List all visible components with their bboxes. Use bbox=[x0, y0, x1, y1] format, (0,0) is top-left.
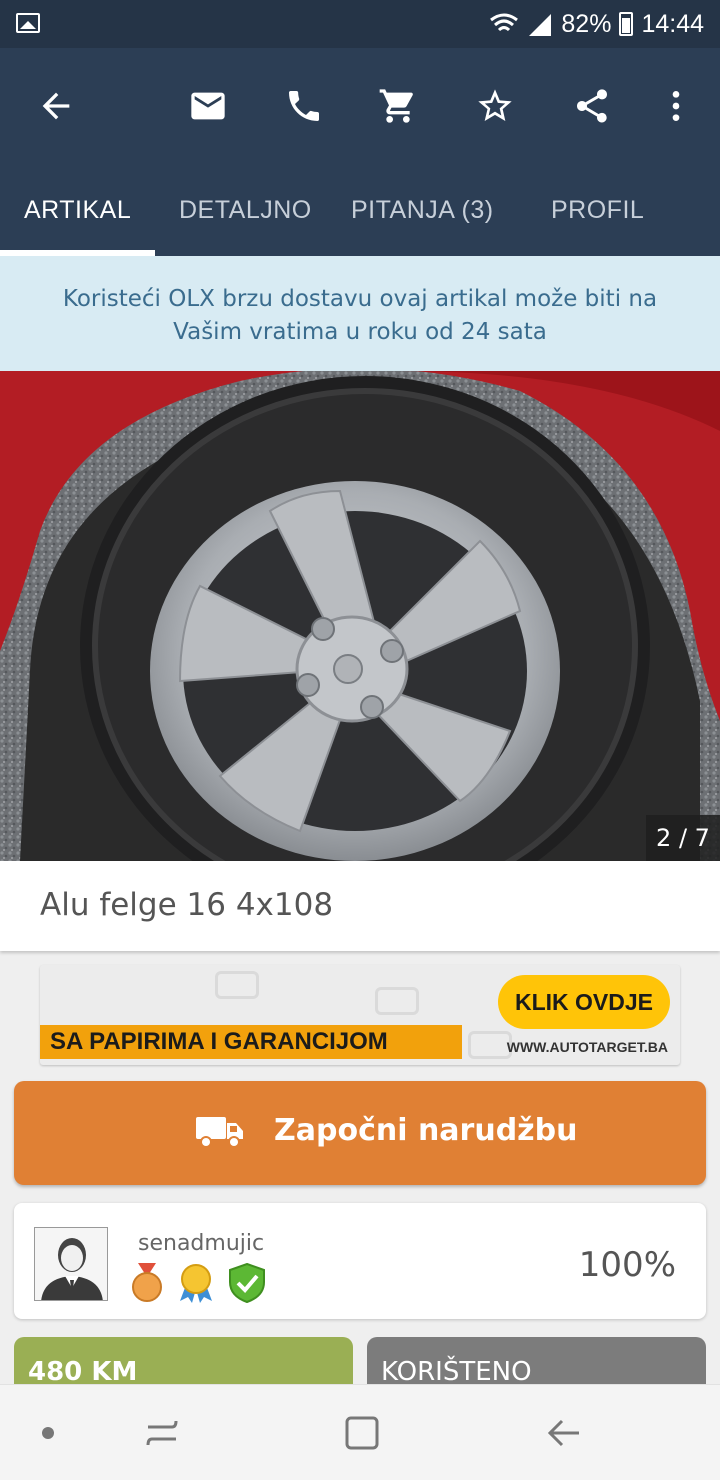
status-indicators: 82% 14:44 bbox=[489, 8, 704, 40]
image-counter: 2 / 7 bbox=[646, 815, 720, 861]
ad-watermark-logo bbox=[468, 1031, 512, 1059]
ad-cta-button[interactable]: KLIK OVDJE bbox=[498, 975, 670, 1029]
listing-photo[interactable]: 2 / 7 bbox=[0, 371, 720, 861]
cart-icon[interactable] bbox=[370, 78, 426, 134]
condition-value: KORIŠTENO bbox=[381, 1357, 532, 1387]
listing-title-bar: Alu felge 16 4x108 bbox=[0, 861, 720, 951]
phone-icon[interactable] bbox=[276, 78, 332, 134]
ad-headline: SA PAPIRIMA I GARANCIJOM bbox=[40, 1025, 462, 1059]
seller-rating: 100% bbox=[578, 1245, 676, 1285]
seller-card[interactable]: senadmujic 100% bbox=[14, 1203, 706, 1319]
mail-icon[interactable] bbox=[180, 78, 236, 134]
clock: 14:44 bbox=[641, 9, 704, 38]
more-vert-icon[interactable] bbox=[648, 78, 704, 134]
wheel-image bbox=[0, 371, 720, 861]
battery-icon bbox=[619, 12, 634, 36]
app-bar: ARTIKAL DETALJNO PITANJA (3) PROFIL bbox=[0, 48, 720, 256]
tab-artikal[interactable]: ARTIKAL bbox=[24, 178, 131, 256]
wifi-icon bbox=[490, 13, 519, 32]
back-arrow-icon[interactable] bbox=[28, 78, 84, 134]
share-icon[interactable] bbox=[564, 78, 620, 134]
seller-username[interactable]: senadmujic bbox=[138, 1231, 264, 1256]
recent-apps-icon[interactable] bbox=[142, 1413, 182, 1453]
seller-badges bbox=[130, 1263, 266, 1303]
nav-dot-icon[interactable] bbox=[28, 1413, 68, 1453]
status-bar: 82% 14:44 bbox=[0, 0, 720, 48]
medal-icon bbox=[132, 1263, 162, 1302]
ad-watermark-logo bbox=[215, 971, 259, 999]
back-icon[interactable] bbox=[544, 1413, 584, 1453]
delivery-info-banner: Koristeći OLX brzu dostavu ovaj artikal … bbox=[0, 256, 720, 371]
banner-line-1: Koristeći OLX brzu dostavu ovaj artikal … bbox=[62, 286, 658, 312]
signal-icon bbox=[529, 14, 552, 36]
tab-pitanja[interactable]: PITANJA (3) bbox=[351, 178, 494, 256]
tab-bar: ARTIKAL DETALJNO PITANJA (3) PROFIL bbox=[0, 178, 720, 256]
truck-icon bbox=[196, 1117, 243, 1148]
tab-detaljno[interactable]: DETALJNO bbox=[179, 178, 312, 256]
award-ribbon-icon bbox=[180, 1264, 212, 1303]
listing-title: Alu felge 16 4x108 bbox=[40, 887, 334, 923]
avatar[interactable] bbox=[34, 1227, 108, 1301]
ad-url: WWW.AUTOTARGET.BA bbox=[506, 1039, 668, 1055]
start-order-label: Započni narudžbu bbox=[274, 1113, 578, 1148]
banner-line-2: Vašim vratima u roku od 24 sata bbox=[173, 319, 547, 345]
battery-percent: 82% bbox=[561, 9, 612, 38]
home-icon[interactable] bbox=[342, 1413, 382, 1453]
star-icon[interactable] bbox=[467, 78, 523, 134]
ad-watermark-logo bbox=[375, 987, 419, 1015]
person-icon bbox=[41, 1238, 103, 1300]
tab-profil[interactable]: PROFIL bbox=[551, 178, 644, 256]
system-nav-bar bbox=[0, 1384, 720, 1480]
start-order-button[interactable]: Započni narudžbu bbox=[14, 1081, 706, 1185]
advertisement-banner[interactable]: SA PAPIRIMA I GARANCIJOM KLIK OVDJE WWW.… bbox=[40, 965, 680, 1065]
price-value: 480 KM bbox=[28, 1357, 138, 1387]
verified-shield-icon bbox=[229, 1263, 265, 1303]
gallery-notification-icon bbox=[16, 13, 40, 33]
